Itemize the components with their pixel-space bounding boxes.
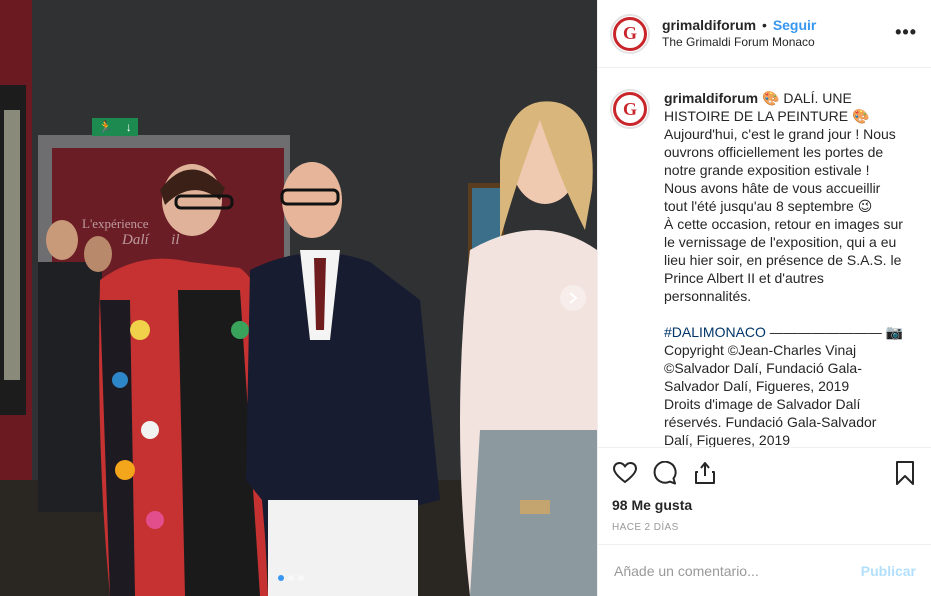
post-timestamp[interactable]: Hace 2 días <box>612 522 918 533</box>
carousel-dot <box>298 575 304 581</box>
caption-body: 🎨 DALÍ. UNE HISTOIRE DE LA PEINTURE 🎨 Au… <box>664 90 903 304</box>
post-side-panel: G grimaldiforum • Seguir The Grimaldi Fo… <box>597 0 931 596</box>
hashtag-link[interactable]: #DALIMONACO <box>664 324 766 340</box>
bookmark-icon <box>896 461 914 485</box>
comment-bar: Publicar <box>598 544 931 596</box>
username-link[interactable]: grimaldiforum <box>662 17 756 33</box>
likes-count[interactable]: 98 Me gusta <box>612 497 918 513</box>
follow-button[interactable]: Seguir <box>773 17 817 33</box>
avatar[interactable]: G <box>610 13 650 54</box>
share-icon <box>695 462 715 484</box>
post-header: G grimaldiforum • Seguir The Grimaldi Fo… <box>598 0 931 68</box>
caption-section: G grimaldiforum 🎨 DALÍ. UNE HISTOIRE DE … <box>598 69 931 447</box>
save-button[interactable] <box>892 460 918 486</box>
action-icons <box>612 458 918 488</box>
more-options-icon[interactable]: ••• <box>895 22 917 43</box>
wall-text-line-2: Dalí il <box>122 232 180 248</box>
wall-text: L'expérience Dalí il <box>82 216 180 249</box>
location-link[interactable]: The Grimaldi Forum Monaco <box>662 34 816 51</box>
comment-bubble-icon <box>653 461 677 485</box>
actions-area: 98 Me gusta Hace 2 días <box>598 447 931 533</box>
wall-text-line-1: L'expérience <box>82 216 149 231</box>
caption-text: grimaldiforum 🎨 DALÍ. UNE HISTOIRE DE LA… <box>664 89 904 447</box>
avatar-logo: G <box>613 92 647 126</box>
comment-button[interactable] <box>652 460 678 486</box>
exit-sign: 🏃 ↓ <box>92 118 138 136</box>
comment-input[interactable] <box>614 562 861 579</box>
like-button[interactable] <box>612 460 638 486</box>
header-text: grimaldiforum • Seguir The Grimaldi Foru… <box>662 17 816 51</box>
separator-dot: • <box>762 16 767 33</box>
chevron-right-icon <box>569 292 578 304</box>
publish-button[interactable]: Publicar <box>861 563 916 579</box>
share-button[interactable] <box>692 460 718 486</box>
heart-icon <box>613 462 637 484</box>
post-photo[interactable]: 🏃 ↓ L'expérience Dalí il <box>0 0 597 596</box>
next-photo-button[interactable] <box>560 285 586 311</box>
photo-scene <box>0 0 597 596</box>
avatar-logo: G <box>613 16 647 51</box>
caption-tail: ———————— 📷 Copyright ©Jean-Charles Vinaj… <box>664 324 904 447</box>
carousel-dots <box>278 575 304 581</box>
caption-username-link[interactable]: grimaldiforum <box>664 90 758 106</box>
header-top-line: grimaldiforum • Seguir <box>662 17 816 34</box>
carousel-dot <box>288 575 294 581</box>
carousel-dot <box>278 575 284 581</box>
caption-avatar[interactable]: G <box>610 89 650 129</box>
